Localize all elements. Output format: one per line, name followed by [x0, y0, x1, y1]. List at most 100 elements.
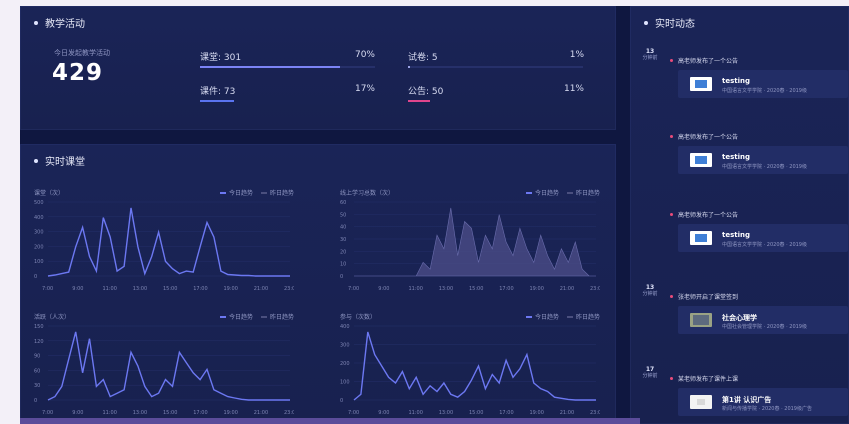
x-tick-label: 19:00 [224, 410, 238, 416]
x-tick-label: 19:00 [530, 410, 544, 416]
x-tick-label: 15:00 [163, 286, 177, 292]
feed-card[interactable]: 第1讲 认识广告 新闻与传播学院 · 2020春 · 2019级广告 [678, 388, 848, 416]
realtime-class-panel: 实时课堂 课堂（次） 今日趋势 昨日趋势 500 400 300 200 100 0 7:00 9:… [20, 144, 616, 424]
card-thumbnail-icon [690, 77, 712, 91]
card-title: testing [722, 153, 750, 161]
metric-exam-pct: 1% [569, 50, 584, 60]
y-tick-label: 400 [34, 215, 44, 221]
x-tick-label: 7:00 [348, 410, 359, 416]
legend-swatch [525, 315, 532, 318]
feed-event-text: 高老师发布了一个公告 [678, 134, 739, 141]
y-tick-label: 0 [340, 274, 343, 280]
bullet-icon [644, 20, 648, 25]
bullet-icon [34, 20, 38, 25]
teaching-activity-panel: 教学活动 今日发起教学活动 429 课堂: 301 70% 试卷: 5 1% 课… [20, 6, 616, 130]
event-dot-icon [670, 295, 673, 298]
feed-card[interactable]: testing 中国语言文学学院 · 2020春 · 2019级 [678, 146, 848, 174]
card-subtitle: 中国语言文学学院 · 2020春 · 2019级 [722, 164, 807, 170]
x-tick-label: 7:00 [42, 410, 53, 416]
metric-classroom-label: 课堂: 301 [200, 53, 242, 63]
y-tick-label: 300 [34, 230, 44, 236]
feed-time: 13 分钟前 [642, 48, 658, 62]
x-tick-label: 17:00 [193, 410, 207, 416]
dashboard-screen: 教学活动 今日发起教学活动 429 课堂: 301 70% 试卷: 5 1% 课… [20, 6, 849, 424]
y-tick-label: 200 [34, 244, 44, 250]
event-dot-icon [670, 377, 673, 380]
x-tick-label: 11:00 [103, 286, 117, 292]
feed-time-value: 17 [645, 366, 655, 373]
x-tick-label: 23:00 [284, 286, 294, 292]
legend-swatch [219, 191, 226, 194]
y-tick-label: 200 [340, 361, 350, 367]
feed-card[interactable]: testing 中国语言文学学院 · 2020春 · 2019级 [678, 70, 848, 98]
x-tick-label: 13:00 [439, 286, 453, 292]
card-subtitle: 中国语言文学学院 · 2020春 · 2019级 [722, 88, 807, 94]
card-subtitle: 中国社会管理学院 · 2020春 · 2019级 [722, 324, 807, 330]
feed-title: 实时动态 [655, 19, 695, 30]
x-tick-label: 23:00 [590, 286, 600, 292]
metric-notice-pct: 11% [563, 84, 584, 94]
chart-plot: 500 400 300 200 100 0 7:00 9:00 11:00 13:00 15:00 1… [34, 200, 294, 292]
metric-classroom-bar [200, 66, 375, 68]
x-tick-label: 15:00 [163, 410, 177, 416]
x-tick-label: 11:00 [103, 410, 117, 416]
y-tick-label: 150 [34, 324, 44, 330]
legend-swatch [260, 191, 267, 194]
feed-time-unit: 分钟前 [642, 291, 658, 297]
y-tick-label: 0 [340, 398, 343, 404]
metric-notice-bar [408, 100, 583, 102]
feed-time-value: 13 [645, 48, 655, 55]
feed-card[interactable]: 社会心理学 中国社会管理学院 · 2020春 · 2019级 [678, 306, 848, 334]
y-tick-label: 90 [34, 354, 40, 360]
metric-courseware-label: 课件: 73 [200, 87, 236, 97]
feed-time: 17 分钟前 [642, 366, 658, 380]
metric-notice-fill [408, 100, 430, 102]
feed-event: 高老师发布了一个公告 [670, 132, 738, 141]
legend-swatch [219, 315, 226, 318]
panel-title: 实时动态 [644, 15, 695, 30]
y-tick-label: 40 [340, 225, 346, 231]
metric-exam-bar [408, 66, 583, 68]
x-tick-label: 9:00 [378, 410, 389, 416]
y-tick-label: 500 [34, 200, 44, 206]
chart-plot: 60 50 40 30 20 10 0 7:00 9:00 11:00 13:00 15:00 17:0… [340, 200, 600, 292]
event-dot-icon [670, 213, 673, 216]
trend-chart-1: 课堂（次） 今日趋势 昨日趋势 500 400 300 200 100 0 7:00 9:00 11:… [34, 188, 294, 294]
live-feed-panel: 实时动态 13 分钟前 高老师发布了一个公告 testing 中国语言文学学院 · 20… [630, 6, 849, 424]
legend-swatch [260, 315, 267, 318]
y-tick-label: 100 [340, 380, 350, 386]
chart-plot: 400 300 200 100 0 7:00 9:00 11:00 13:00 15:00 17:0… [340, 324, 600, 416]
series-area [354, 207, 596, 277]
card-title: testing [722, 231, 750, 239]
x-tick-label: 11:00 [409, 410, 423, 416]
card-thumbnail-icon [690, 153, 712, 167]
x-tick-label: 13:00 [439, 410, 453, 416]
x-tick-label: 21:00 [560, 286, 574, 292]
x-tick-label: 17:00 [193, 286, 207, 292]
x-tick-label: 17:00 [499, 410, 513, 416]
y-tick-label: 120 [34, 339, 44, 345]
activity-total: 429 [52, 60, 104, 86]
x-tick-label: 23:00 [590, 410, 600, 416]
y-tick-label: 100 [34, 259, 44, 265]
feed-card[interactable]: testing 中国语言文学学院 · 2020春 · 2019级 [678, 224, 848, 252]
teaching-title: 教学活动 [45, 19, 85, 30]
y-tick-label: 60 [34, 368, 40, 374]
feed-event: 张老师开启了课堂签到 [670, 292, 738, 301]
metric-notice-label: 公告: 50 [408, 87, 444, 97]
feed-event: 高老师发布了一个公告 [670, 56, 738, 65]
y-tick-label: 0 [34, 274, 37, 280]
card-thumbnail-icon [690, 231, 712, 245]
series-line [353, 331, 596, 401]
panel-title: 教学活动 [34, 15, 85, 30]
x-tick-label: 21:00 [254, 286, 268, 292]
y-tick-label: 10 [340, 262, 346, 268]
bullet-icon [34, 158, 38, 163]
feed-time-unit: 分钟前 [642, 55, 658, 61]
y-tick-label: 30 [34, 383, 40, 389]
y-tick-label: 60 [340, 200, 346, 206]
event-dot-icon [670, 59, 673, 62]
legend-swatch [566, 191, 573, 194]
bottom-strip [20, 418, 640, 424]
realtime-title: 实时课堂 [45, 157, 85, 168]
